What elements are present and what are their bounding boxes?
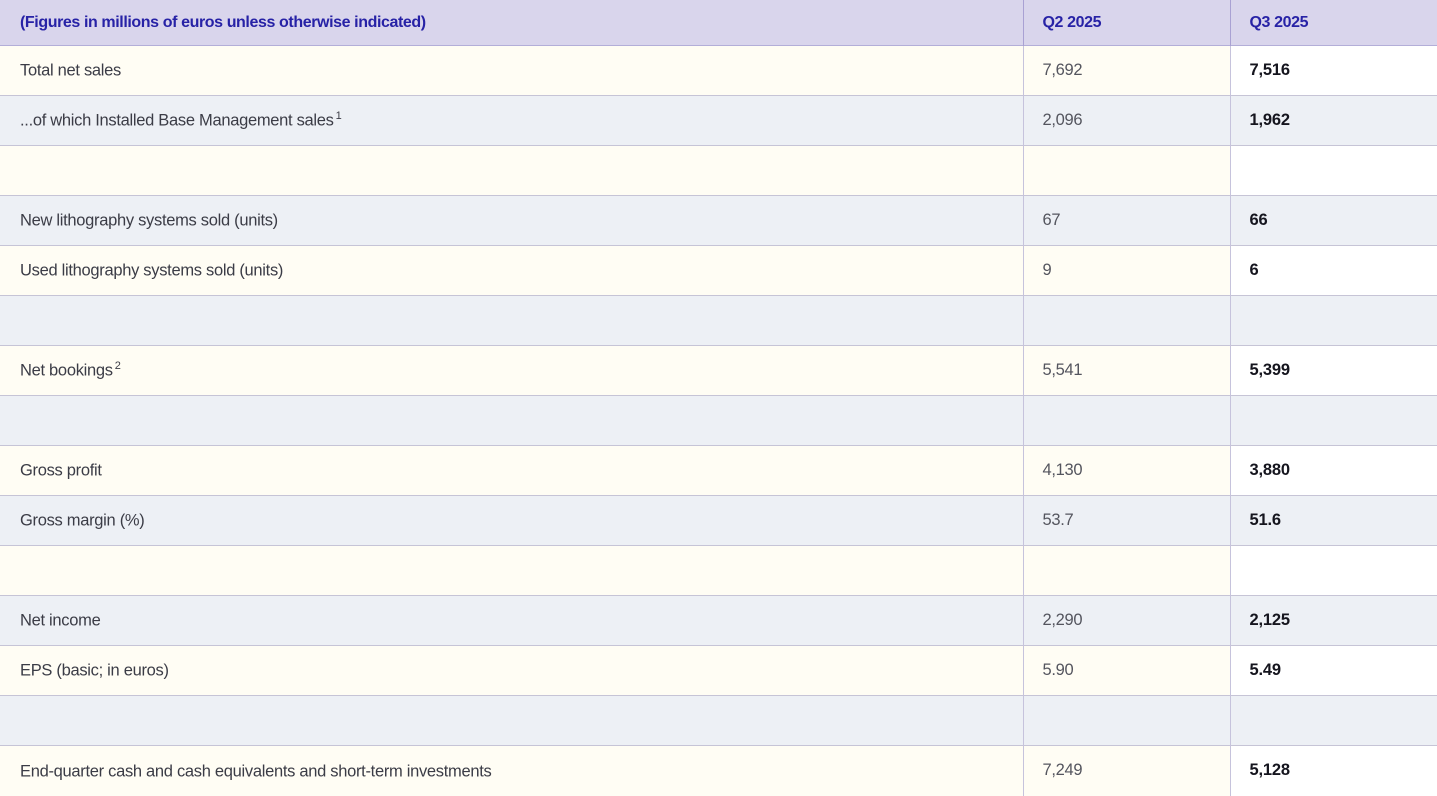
q2-value: 7,692 xyxy=(1023,46,1230,96)
q2-value xyxy=(1023,296,1230,346)
row-label xyxy=(0,296,1023,346)
row-label xyxy=(0,696,1023,746)
q3-value: 3,880 xyxy=(1230,446,1437,496)
row-label xyxy=(0,146,1023,196)
table-body: Total net sales 7,692 7,516 ...of which … xyxy=(0,46,1437,796)
column-header-q3-2025: Q3 2025 xyxy=(1230,0,1437,46)
table-row: Gross margin (%) 53.7 51.6 xyxy=(0,496,1437,546)
q2-value xyxy=(1023,146,1230,196)
row-label: New lithography systems sold (units) xyxy=(0,196,1023,246)
q2-value: 5.90 xyxy=(1023,646,1230,696)
q2-value xyxy=(1023,546,1230,596)
q2-value: 9 xyxy=(1023,246,1230,296)
table-header-row: (Figures in millions of euros unless oth… xyxy=(0,0,1437,46)
spacer-row xyxy=(0,146,1437,196)
q3-value: 66 xyxy=(1230,196,1437,246)
q2-value xyxy=(1023,696,1230,746)
q3-value xyxy=(1230,296,1437,346)
row-label: Used lithography systems sold (units) xyxy=(0,246,1023,296)
footnote-marker: 2 xyxy=(115,360,121,372)
q2-value: 5,541 xyxy=(1023,346,1230,396)
spacer-row xyxy=(0,296,1437,346)
table-caption: (Figures in millions of euros unless oth… xyxy=(0,0,1023,46)
row-label: Net income xyxy=(0,596,1023,646)
spacer-row xyxy=(0,546,1437,596)
q2-value: 4,130 xyxy=(1023,446,1230,496)
q3-value: 5,399 xyxy=(1230,346,1437,396)
table-row: ...of which Installed Base Management sa… xyxy=(0,96,1437,146)
q3-value: 6 xyxy=(1230,246,1437,296)
row-label: Gross margin (%) xyxy=(0,496,1023,546)
q2-value: 53.7 xyxy=(1023,496,1230,546)
q3-value: 1,962 xyxy=(1230,96,1437,146)
q2-value: 2,290 xyxy=(1023,596,1230,646)
table-row: New lithography systems sold (units) 67 … xyxy=(0,196,1437,246)
row-label xyxy=(0,396,1023,446)
table-row: Total net sales 7,692 7,516 xyxy=(0,46,1437,96)
q2-value xyxy=(1023,396,1230,446)
q3-value: 5,128 xyxy=(1230,746,1437,796)
q3-value xyxy=(1230,546,1437,596)
row-label: ...of which Installed Base Management sa… xyxy=(0,96,1023,146)
q2-value: 7,249 xyxy=(1023,746,1230,796)
q3-value: 51.6 xyxy=(1230,496,1437,546)
row-label: Net bookings2 xyxy=(0,346,1023,396)
q3-value xyxy=(1230,146,1437,196)
table-row: End-quarter cash and cash equivalents an… xyxy=(0,746,1437,796)
q2-value: 67 xyxy=(1023,196,1230,246)
row-label: End-quarter cash and cash equivalents an… xyxy=(0,746,1023,796)
table-row: Net bookings2 5,541 5,399 xyxy=(0,346,1437,396)
q3-value: 5.49 xyxy=(1230,646,1437,696)
q3-value xyxy=(1230,396,1437,446)
footnote-marker: 1 xyxy=(336,110,342,122)
table-row: Gross profit 4,130 3,880 xyxy=(0,446,1437,496)
spacer-row xyxy=(0,396,1437,446)
table-row: EPS (basic; in euros) 5.90 5.49 xyxy=(0,646,1437,696)
table-row: Net income 2,290 2,125 xyxy=(0,596,1437,646)
column-header-q2-2025: Q2 2025 xyxy=(1023,0,1230,46)
q3-value: 7,516 xyxy=(1230,46,1437,96)
financial-summary-table: (Figures in millions of euros unless oth… xyxy=(0,0,1437,796)
table-row: Used lithography systems sold (units) 9 … xyxy=(0,246,1437,296)
q2-value: 2,096 xyxy=(1023,96,1230,146)
q3-value xyxy=(1230,696,1437,746)
q3-value: 2,125 xyxy=(1230,596,1437,646)
row-label: Gross profit xyxy=(0,446,1023,496)
row-label xyxy=(0,546,1023,596)
row-label: Total net sales xyxy=(0,46,1023,96)
spacer-row xyxy=(0,696,1437,746)
row-label: EPS (basic; in euros) xyxy=(0,646,1023,696)
